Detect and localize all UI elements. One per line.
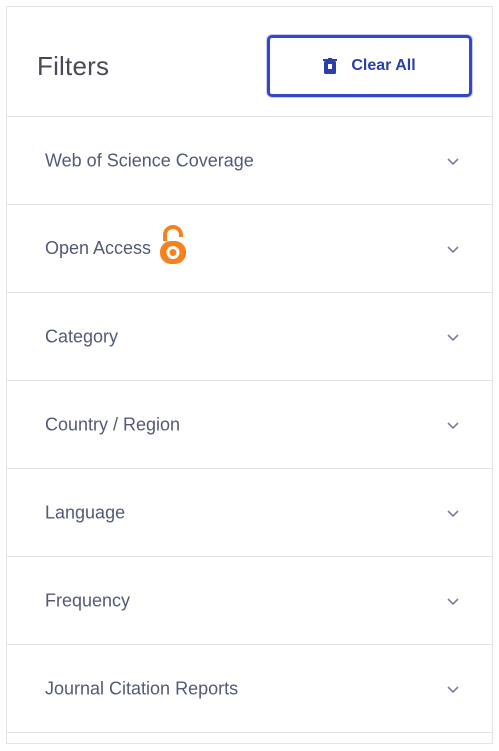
open-access-lock-icon: [159, 224, 187, 265]
trash-icon: [323, 58, 338, 74]
clear-all-button[interactable]: Clear All: [267, 35, 472, 97]
filter-label: Web of Science Coverage: [45, 150, 254, 170]
filter-web-of-science-coverage[interactable]: Web of Science Coverage: [7, 117, 492, 205]
chevron-down-icon: [447, 597, 459, 605]
chevron-down-icon: [447, 421, 459, 429]
chevron-down-icon: [447, 157, 459, 165]
filter-journal-citation-reports[interactable]: Journal Citation Reports: [7, 645, 492, 733]
filter-category[interactable]: Category: [7, 293, 492, 381]
chevron-down-icon: [447, 245, 459, 253]
filter-label: Country / Region: [45, 414, 181, 434]
filter-label: Journal Citation Reports: [45, 678, 239, 698]
filter-label: Language: [45, 502, 126, 522]
filter-frequency[interactable]: Frequency: [7, 557, 492, 645]
filter-country-region[interactable]: Country / Region: [7, 381, 492, 469]
filters-title: Filters: [37, 51, 110, 81]
filter-label: Category: [45, 326, 119, 346]
filter-label: Frequency: [45, 590, 131, 610]
filter-open-access[interactable]: Open Access: [7, 205, 492, 293]
chevron-down-icon: [447, 509, 459, 517]
filter-label: Open Access: [45, 238, 152, 258]
filters-header: Filters Clear All: [7, 7, 492, 117]
filter-language[interactable]: Language: [7, 469, 492, 557]
filter-label-wrapper: Open Access: [45, 224, 187, 269]
filters-panel: Filters Clear All Web of Science Coverag…: [6, 6, 493, 744]
clear-all-label: Clear All: [351, 57, 416, 74]
chevron-down-icon: [447, 685, 459, 693]
chevron-down-icon: [447, 333, 459, 341]
